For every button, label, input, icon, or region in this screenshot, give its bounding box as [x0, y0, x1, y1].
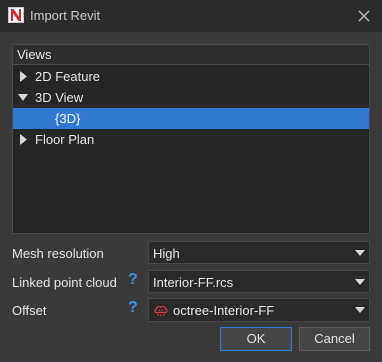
collapse-arrow-icon[interactable] — [18, 92, 28, 103]
tree-item-label: 2D Feature — [35, 69, 101, 84]
tree-item-2d-feature[interactable]: 2D Feature — [13, 66, 369, 87]
ok-button[interactable]: OK — [220, 327, 292, 351]
app-logo-icon — [8, 7, 24, 23]
expand-arrow-icon[interactable] — [18, 71, 28, 82]
chevron-down-icon — [355, 250, 365, 256]
chevron-down-icon — [355, 279, 365, 285]
title-bar: Import Revit — [0, 0, 382, 32]
views-tree[interactable]: Views 2D Feature 3D View {3D} Floor Plan — [12, 44, 370, 234]
help-icon[interactable]: ? — [128, 271, 142, 289]
tree-item-label: 3D View — [35, 90, 84, 105]
help-icon[interactable]: ? — [128, 299, 142, 317]
window-title: Import Revit — [30, 8, 101, 23]
close-button[interactable] — [354, 6, 374, 26]
mesh-resolution-value: High — [153, 246, 180, 261]
point-cloud-icon — [154, 305, 168, 317]
offset-value: octree-Interior-FF — [173, 303, 275, 318]
linked-point-cloud-select[interactable]: Interior-FF.rcs — [148, 270, 370, 293]
mesh-resolution-label: Mesh resolution — [12, 246, 104, 261]
tree-item-3d-view[interactable]: 3D View — [13, 87, 369, 108]
linked-point-cloud-value: Interior-FF.rcs — [153, 275, 234, 290]
tree-header: Views — [13, 45, 369, 65]
offset-label: Offset — [12, 303, 47, 318]
chevron-down-icon — [355, 307, 365, 313]
cancel-button[interactable]: Cancel — [299, 327, 370, 351]
mesh-resolution-select[interactable]: High — [148, 241, 370, 264]
tree-item-label: {3D} — [55, 111, 81, 126]
expand-arrow-icon[interactable] — [18, 134, 28, 145]
close-icon — [358, 10, 370, 22]
tree-item-floor-plan[interactable]: Floor Plan — [13, 129, 369, 150]
tree-item-3d[interactable]: {3D} — [13, 108, 369, 129]
linked-point-cloud-label: Linked point cloud — [12, 275, 117, 290]
tree-item-label: Floor Plan — [35, 132, 95, 147]
offset-select[interactable]: octree-Interior-FF — [148, 298, 370, 322]
